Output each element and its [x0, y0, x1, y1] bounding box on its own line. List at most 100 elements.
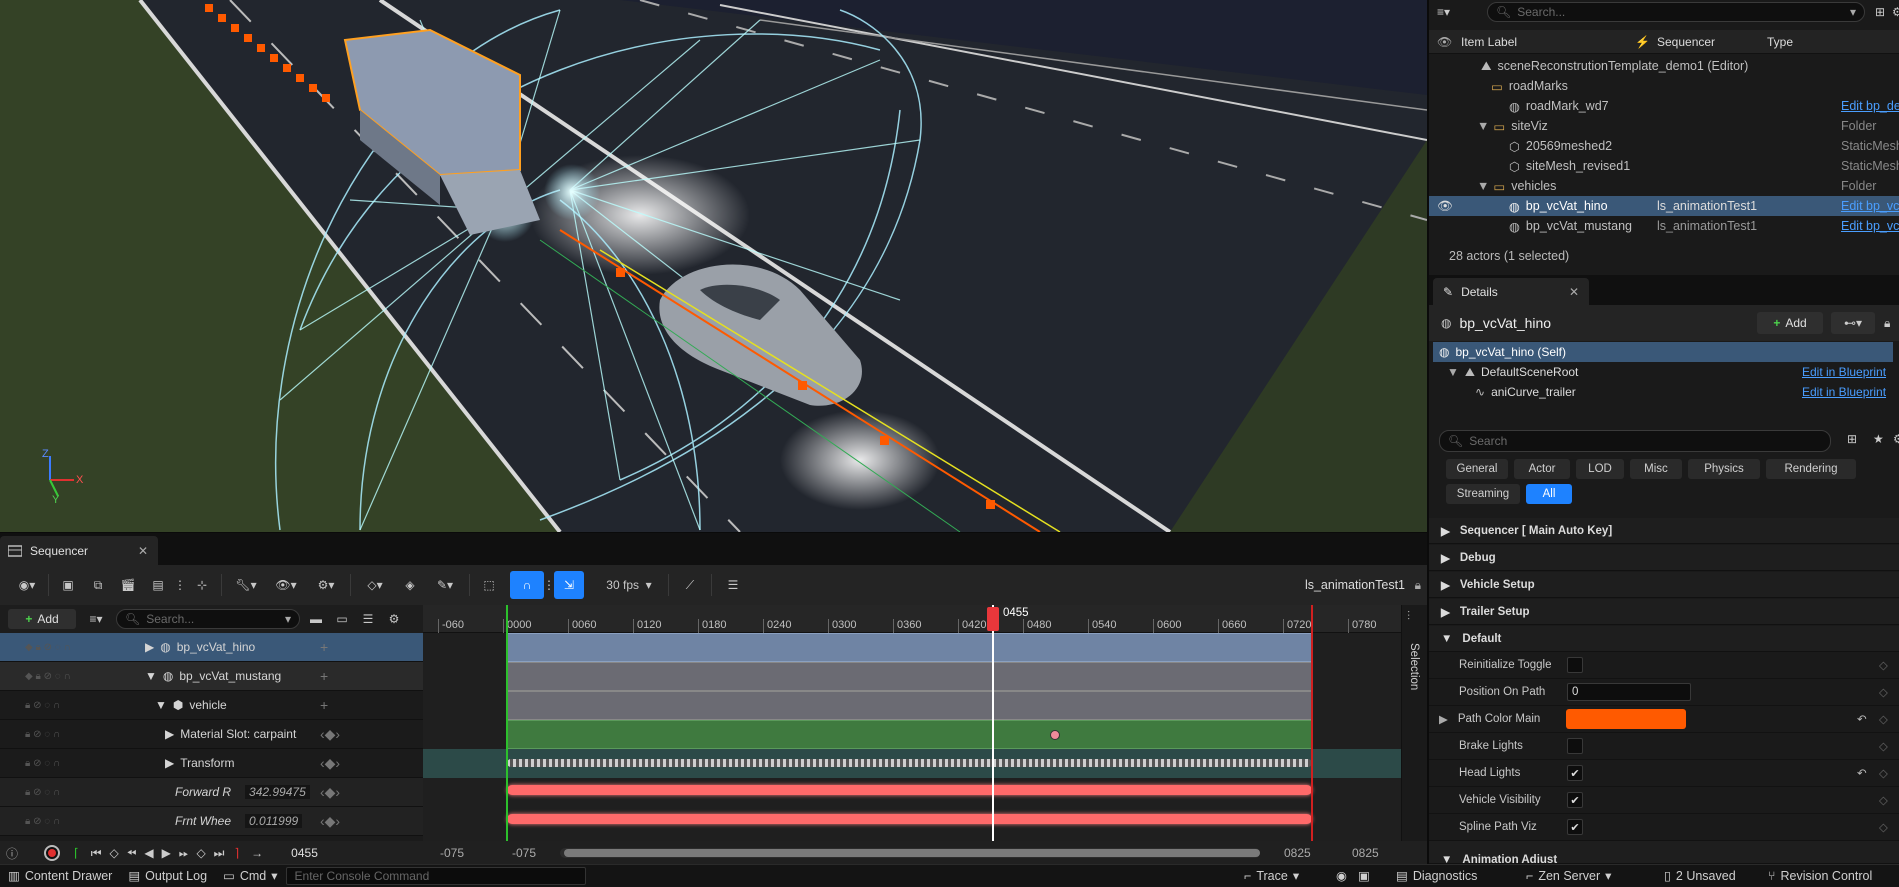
list-icon[interactable]: ☰	[358, 605, 378, 633]
scrollbar-thumb[interactable]	[564, 849, 1260, 857]
gear-icon[interactable]: ⚙︎	[384, 605, 404, 633]
add-subtrack-icon[interactable]: +	[320, 668, 328, 684]
category-debug[interactable]: ▶ Debug	[1429, 545, 1899, 571]
section-material-slot[interactable]	[507, 720, 1312, 749]
column-item-label[interactable]: Item Label	[1461, 35, 1517, 49]
clapper-icon[interactable]: ▤	[143, 571, 173, 599]
brake-lights-checkbox[interactable]	[1567, 738, 1583, 754]
key-dot[interactable]	[1050, 730, 1060, 740]
component-row[interactable]: ◍ bp_vcVat_hino (Self)	[1433, 342, 1893, 362]
list-item[interactable]: ▼ ▭ siteViz Folder	[1429, 116, 1899, 136]
collapse-arrow-icon[interactable]: ▼	[145, 669, 157, 683]
render-movie-icon[interactable]: 🎬︎	[113, 571, 143, 599]
filter-physics[interactable]: Physics	[1688, 459, 1760, 479]
expand-arrow-icon[interactable]: ▶	[165, 727, 174, 741]
section-mustang[interactable]	[507, 662, 1312, 691]
item-type[interactable]: Edit bp_vc	[1841, 219, 1899, 233]
snap-magnet-icon[interactable]: ∩	[510, 571, 544, 599]
filter-actor[interactable]: Actor	[1514, 459, 1570, 479]
expand-arrow-icon[interactable]: ▶	[145, 640, 154, 654]
key-add-icon[interactable]: ◈	[395, 571, 425, 599]
playhead-handle[interactable]	[987, 607, 999, 631]
diagnostics-button[interactable]: ▤ Diagnostics	[1388, 865, 1485, 887]
record-button[interactable]	[44, 845, 61, 861]
add-track-button[interactable]: + Add	[8, 609, 76, 629]
reset-diamond-icon[interactable]: ◇	[1879, 793, 1888, 807]
list-item[interactable]: ◍ roadMark_wd7 Edit bp_de	[1429, 96, 1899, 116]
add-component-button[interactable]: + Add	[1757, 312, 1823, 334]
filter-lod[interactable]: LOD	[1576, 459, 1624, 479]
select-tool-icon[interactable]: ⬚	[474, 571, 504, 599]
more-options-icon[interactable]: ⋮	[173, 571, 187, 599]
visibility-column-icon[interactable]: 👁︎	[1437, 35, 1452, 49]
close-icon[interactable]: ✕	[1569, 285, 1579, 299]
pencil-icon[interactable]: ✎▾	[425, 571, 465, 599]
vehicle-visibility-checkbox[interactable]: ✔	[1567, 792, 1583, 808]
wrench-icon[interactable]: 🔧︎▾	[226, 571, 266, 599]
revision-control-dropdown[interactable]: ⑂ Revision Control	[1760, 865, 1880, 887]
prev-frame-icon[interactable]: ⏪︎	[127, 846, 137, 861]
item-type[interactable]: Edit bp_vc	[1841, 199, 1899, 213]
console-input[interactable]: Enter Console Command	[285, 866, 586, 885]
collapse-icon[interactable]: ▬	[306, 605, 326, 633]
tab-sequencer[interactable]: Sequencer ✕	[0, 536, 158, 565]
lock-icon[interactable]: 🔒︎	[1415, 578, 1421, 593]
playback-end-field[interactable]: 0825	[1284, 846, 1311, 860]
time-scrollbar[interactable]	[560, 848, 1260, 858]
next-key-icon[interactable]: ◇	[196, 846, 205, 860]
column-type[interactable]: Type	[1767, 35, 1793, 49]
key-diamond-icon[interactable]: ◇▾	[355, 571, 395, 599]
world-icon[interactable]: ◉▾	[10, 571, 44, 599]
time-ruler[interactable]: -060 0000 0060 0120 0180 0240 0300 0360 0420 0480…	[423, 605, 1401, 633]
close-icon[interactable]: ✕	[138, 544, 148, 558]
tab-details[interactable]: ✎ Details ✕	[1433, 278, 1589, 305]
reset-arrow-icon[interactable]: ↶	[1857, 766, 1867, 780]
jump-end-icon[interactable]: ⏭︎	[214, 846, 225, 861]
spline-path-viz-checkbox[interactable]: ✔	[1567, 819, 1583, 835]
category-sequencer[interactable]: ▶ Sequencer [ Main Auto Key]	[1429, 518, 1899, 544]
category-default[interactable]: ▼ Default	[1429, 626, 1899, 652]
set-start-icon[interactable]: ⌈	[74, 846, 79, 860]
view-end-field[interactable]: 0825	[1352, 846, 1379, 860]
output-log-button[interactable]: ▤ Output Log	[120, 865, 215, 887]
track-row[interactable]: ◆ 🔒︎ ⊘ ◌ ∩ ▶ ◍ bp_vcVat_hino +	[0, 633, 423, 662]
collapse-arrow-icon[interactable]: ▼	[1477, 179, 1489, 193]
track-row[interactable]: 🔒︎ ⊘ ◌ ∩ Frnt Whee 0.011999 ‹◆›	[0, 807, 423, 836]
lock-icon[interactable]: 🔒︎	[1884, 316, 1890, 331]
next-frame-icon[interactable]: ⏩︎	[179, 846, 189, 861]
current-frame-field[interactable]: 0455	[291, 846, 331, 860]
fps-dropdown[interactable]: 30 fps ▾	[594, 571, 664, 599]
cmd-dropdown[interactable]: ▭ Cmd ▾	[215, 865, 286, 887]
item-type[interactable]: Edit bp_de	[1841, 99, 1899, 113]
blueprint-options-button[interactable]: ⊷▾	[1831, 312, 1875, 334]
list-item[interactable]: ⛰︎ sceneReconstrutionTemplate_demo1 (Edit…	[1429, 56, 1899, 76]
position-on-path-field[interactable]: 0	[1567, 683, 1691, 701]
head-lights-checkbox[interactable]: ✔	[1567, 765, 1583, 781]
reset-diamond-icon[interactable]: ◇	[1879, 820, 1888, 834]
collapse-arrow-icon[interactable]: ▼	[1477, 119, 1489, 133]
set-end-icon[interactable]: ⌉	[234, 846, 239, 860]
component-row[interactable]: ▼ ⛰︎ DefaultSceneRoot Edit in Blueprint	[1433, 362, 1893, 382]
filter-icon[interactable]: ≡▾	[82, 605, 110, 633]
filter-all[interactable]: All	[1526, 484, 1572, 504]
reset-diamond-icon[interactable]: ◇	[1879, 766, 1888, 780]
category-trailer-setup[interactable]: ▶ Trailer Setup	[1429, 599, 1899, 625]
list-item[interactable]: 👁︎ ◍ bp_vcVat_hino ls_animationTest1 Edit bp…	[1429, 196, 1899, 216]
add-folder-icon[interactable]: ⊞	[1875, 5, 1885, 19]
track-value[interactable]: 342.99475	[245, 785, 310, 799]
eye-icon[interactable]: 👁︎	[1437, 199, 1453, 214]
list-item[interactable]: ▭ roadMarks	[1429, 76, 1899, 96]
transform-keys[interactable]	[507, 759, 1312, 767]
track-row[interactable]: ◆ 🔒︎ ⊘ ◌ ∩ ▼ ◍ bp_vcVat_mustang +	[0, 662, 423, 691]
category-animation-adjust[interactable]: ▼ Animation Adjust	[1429, 841, 1899, 864]
collapse-arrow-icon[interactable]: ▼	[155, 698, 167, 712]
component-row[interactable]: ∿ aniCurve_trailer Edit in Blueprint	[1433, 382, 1893, 402]
add-key-icon[interactable]: ‹◆›	[320, 755, 340, 772]
frnt-whee-keys[interactable]	[507, 814, 1312, 824]
list-item[interactable]: ◍ bp_vcVat_mustang ls_animationTest1 Edit b…	[1429, 216, 1899, 236]
details-search-input[interactable]: 🔍︎ Search	[1439, 430, 1831, 452]
list-item[interactable]: ⬡ 20569meshed2 StaticMesh	[1429, 136, 1899, 156]
reset-diamond-icon[interactable]: ◇	[1879, 658, 1888, 672]
snap-options-icon[interactable]: ⋮	[543, 571, 555, 599]
reset-diamond-icon[interactable]: ◇	[1879, 739, 1888, 753]
